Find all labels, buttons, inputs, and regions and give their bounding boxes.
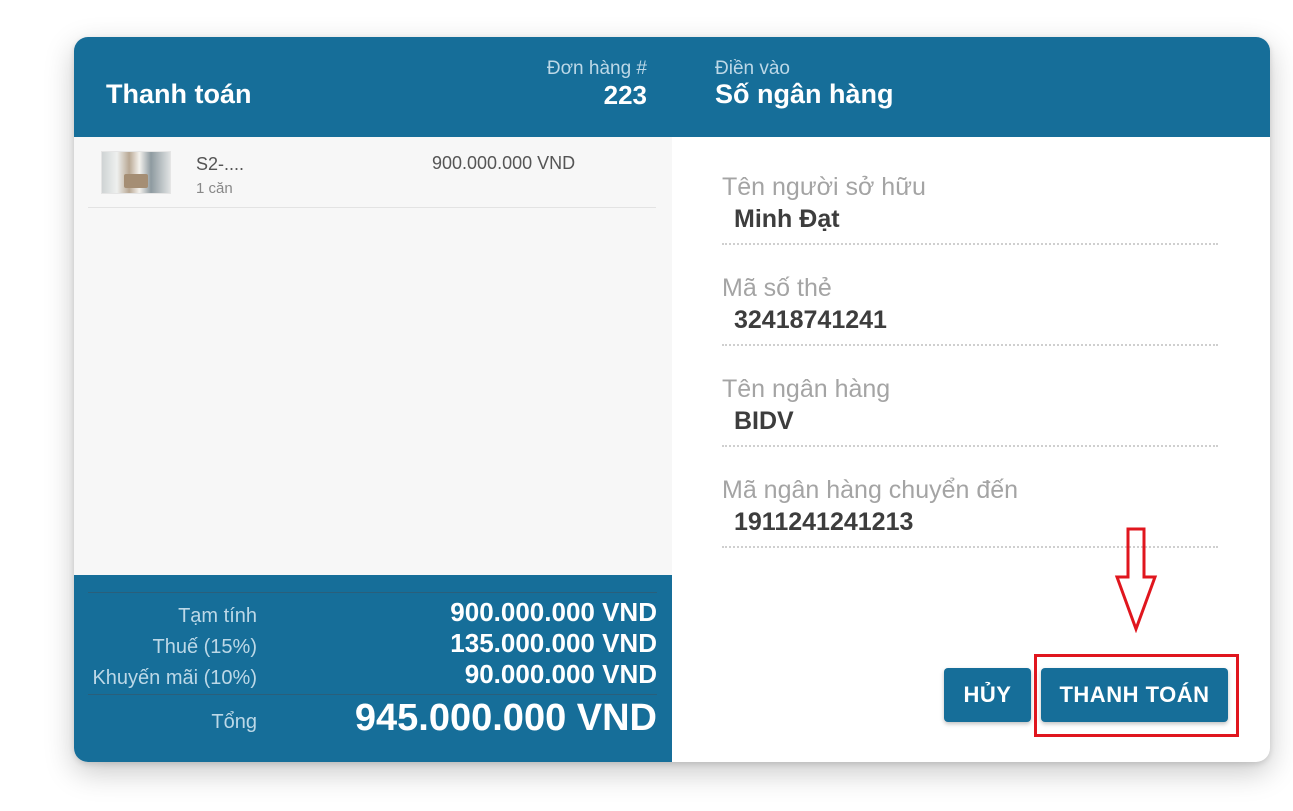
- totals-divider: [88, 592, 657, 593]
- discount-label: Khuyến mãi (10%): [92, 667, 257, 689]
- cancel-button[interactable]: HỦY: [944, 668, 1031, 722]
- transfer-code-label: Mã ngân hàng chuyển đến: [722, 476, 1019, 504]
- dialog-title: Thanh toán: [106, 79, 252, 109]
- item-quantity: 1 căn: [196, 180, 233, 197]
- fill-title: Số ngân hàng: [715, 79, 894, 109]
- order-number: 223: [603, 80, 647, 110]
- total-divider: [88, 694, 657, 695]
- tax-value: 135.000.000 VND: [450, 628, 657, 658]
- tax-label: Thuế (15%): [152, 636, 258, 658]
- fill-caption: Điền vào: [715, 58, 790, 79]
- cart-panel: S2-.... 1 căn 900.000.000 VND: [74, 137, 672, 575]
- discount-value: 90.000.000 VND: [464, 659, 657, 689]
- subtotal-label: Tạm tính: [178, 605, 257, 627]
- total-value: 945.000.000 VND: [354, 697, 657, 739]
- bank-name-field[interactable]: BIDV: [722, 407, 1218, 447]
- owner-label: Tên người sở hữu: [722, 173, 926, 201]
- card-number-field[interactable]: 32418741241: [722, 306, 1218, 346]
- product-thumbnail: [101, 151, 171, 194]
- down-arrow-icon: [1114, 527, 1158, 633]
- bank-name-label: Tên ngân hàng: [722, 375, 891, 403]
- item-price: 900.000.000 VND: [432, 153, 576, 173]
- pay-button-highlight: [1034, 654, 1239, 737]
- totals-panel: Tạm tính 900.000.000 VND Thuế (15%) 135.…: [74, 575, 672, 762]
- dialog-header: Thanh toán Đơn hàng # 223 Điền vào Số ng…: [74, 37, 1270, 137]
- order-caption: Đơn hàng #: [546, 58, 647, 79]
- subtotal-value: 900.000.000 VND: [450, 597, 657, 627]
- total-label: Tổng: [211, 711, 257, 733]
- cart-item[interactable]: S2-.... 1 căn 900.000.000 VND: [88, 137, 656, 208]
- item-name: S2-....: [196, 154, 245, 174]
- owner-field[interactable]: Minh Đạt: [722, 205, 1218, 245]
- card-number-label: Mã số thẻ: [722, 274, 832, 302]
